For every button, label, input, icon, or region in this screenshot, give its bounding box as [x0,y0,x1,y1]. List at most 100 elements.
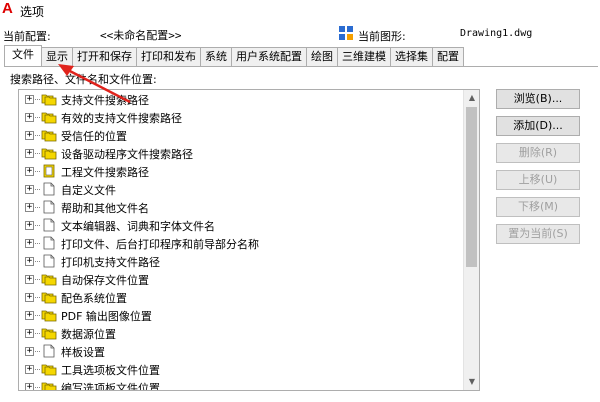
expand-icon[interactable]: + [25,293,34,302]
tree-node[interactable]: + 自动保存文件位置 [19,270,479,288]
expand-icon[interactable]: + [25,167,34,176]
expand-icon[interactable]: + [25,149,34,158]
tree-node-label: 打印机支持文件路径 [61,256,160,269]
tab-3d-modeling[interactable]: 三维建模 [337,47,391,66]
tree-node[interactable]: + 打印文件、后台打印程序和前导部分名称 [19,234,479,252]
expand-icon[interactable]: + [25,185,34,194]
folder-stack-icon [41,112,57,124]
tree-node[interactable]: + 数据源位置 [19,324,479,342]
tree-connector [35,297,40,298]
expand-icon[interactable]: + [25,311,34,320]
tree-node[interactable]: + 配色系统位置 [19,288,479,306]
tree-node[interactable]: + 打印机支持文件路径 [19,252,479,270]
tree-node-label: 样板设置 [61,346,105,359]
tree-node[interactable]: + 自定义文件 [19,180,479,198]
tree-connector [35,315,40,316]
expand-icon[interactable]: + [25,257,34,266]
tree-node[interactable]: + 工具选项板文件位置 [19,360,479,378]
search-path-tree[interactable]: + 支持文件搜索路径 + 有效的支持文件搜索路径 + 受信任的位置 + 设备驱动程序文件搜索路… [18,89,480,391]
scroll-thumb[interactable] [466,107,477,267]
tree-node-label: 设备驱动程序文件搜索路径 [61,148,193,161]
expand-icon[interactable]: + [25,239,34,248]
tab-display[interactable]: 显示 [41,47,73,66]
tree-node-label: 自动保存文件位置 [61,274,149,287]
tree-node-label: 自定义文件 [61,184,116,197]
tab-user-preferences[interactable]: 用户系统配置 [231,47,307,66]
tree-connector [35,207,40,208]
tree-node[interactable]: + 样板设置 [19,342,479,360]
current-drawing-label: 当前图形: [358,30,406,43]
tree-connector [35,171,40,172]
document-icon [43,182,55,196]
title-bar: A 选项 [0,0,600,22]
expand-icon[interactable]: + [25,113,34,122]
folder-stack-icon [41,148,57,160]
tree-connector [35,225,40,226]
expand-icon[interactable]: + [25,383,34,390]
tree-connector [35,333,40,334]
vertical-scrollbar[interactable]: ▲ ▼ [463,90,479,390]
tab-selection[interactable]: 选择集 [390,47,433,66]
folder-stack-icon [41,274,57,286]
tree-node-label: 工具选项板文件位置 [61,364,160,377]
tree-node[interactable]: + 支持文件搜索路径 [19,90,479,108]
window-title: 选项 [20,5,45,19]
current-drawing-value: Drawing1.dwg [460,28,533,39]
tree-node[interactable]: + PDF 输出图像位置 [19,306,479,324]
tree-connector [35,135,40,136]
expand-icon[interactable]: + [25,131,34,140]
tree-connector [35,369,40,370]
browse-button[interactable]: 浏览(B)... [496,89,580,109]
tree-node-label: 配色系统位置 [61,292,127,305]
add-button[interactable]: 添加(D)... [496,116,580,136]
tree-node-label: 帮助和其他文件名 [61,202,149,215]
tree-node[interactable]: + 工程文件搜索路径 [19,162,479,180]
scroll-down-icon[interactable]: ▼ [464,374,479,390]
tree-node[interactable]: + 有效的支持文件搜索路径 [19,108,479,126]
current-profile-label: 当前配置: [3,30,51,43]
move-down-button[interactable]: 下移(M) [496,197,580,217]
tab-open-save[interactable]: 打开和保存 [72,47,137,66]
folder-stack-icon [41,382,57,390]
tree-node[interactable]: + 编写选项板文件位置 [19,378,479,391]
tree-node-label: 数据源位置 [61,328,116,341]
tree-node-label: 工程文件搜索路径 [61,166,149,179]
folder-stack-icon [41,364,57,376]
expand-icon[interactable]: + [25,95,34,104]
delete-button[interactable]: 删除(R) [496,143,580,163]
tab-system[interactable]: 系统 [200,47,232,66]
tree-connector [35,189,40,190]
scroll-up-icon[interactable]: ▲ [464,90,479,106]
tab-strip: 文件 显示 打开和保存 打印和发布 系统 用户系统配置 绘图 三维建模 选择集 … [4,45,464,66]
tree-connector [35,351,40,352]
tab-profiles[interactable]: 配置 [432,47,464,66]
expand-icon[interactable]: + [25,365,34,374]
tree-connector [35,387,40,388]
expand-icon[interactable]: + [25,221,34,230]
tree-node-label: 文本编辑器、词典和字体文件名 [61,220,215,233]
tab-plot-publish[interactable]: 打印和发布 [136,47,201,66]
tree-node[interactable]: + 文本编辑器、词典和字体文件名 [19,216,479,234]
expand-icon[interactable]: + [25,347,34,356]
tree-node-label: 打印文件、后台打印程序和前导部分名称 [61,238,259,251]
tree-node-label: 受信任的位置 [61,130,127,143]
tree-node-label: PDF 输出图像位置 [61,310,152,323]
tab-drafting[interactable]: 绘图 [306,47,338,66]
tree-connector [35,153,40,154]
tree-node-label: 编写选项板文件位置 [61,382,160,391]
expand-icon[interactable]: + [25,275,34,284]
expand-icon[interactable]: + [25,329,34,338]
tree-node[interactable]: + 设备驱动程序文件搜索路径 [19,144,479,162]
tree-node[interactable]: + 帮助和其他文件名 [19,198,479,216]
tree-connector [35,243,40,244]
tree-connector [35,117,40,118]
document-icon [43,344,55,358]
folder-stack-icon [41,94,57,106]
expand-icon[interactable]: + [25,203,34,212]
tree-node[interactable]: + 受信任的位置 [19,126,479,144]
document-icon [43,254,55,268]
tab-files[interactable]: 文件 [4,45,42,66]
set-current-button[interactable]: 置为当前(S) [496,224,580,244]
move-up-button[interactable]: 上移(U) [496,170,580,190]
folder-stack-icon [41,292,57,304]
